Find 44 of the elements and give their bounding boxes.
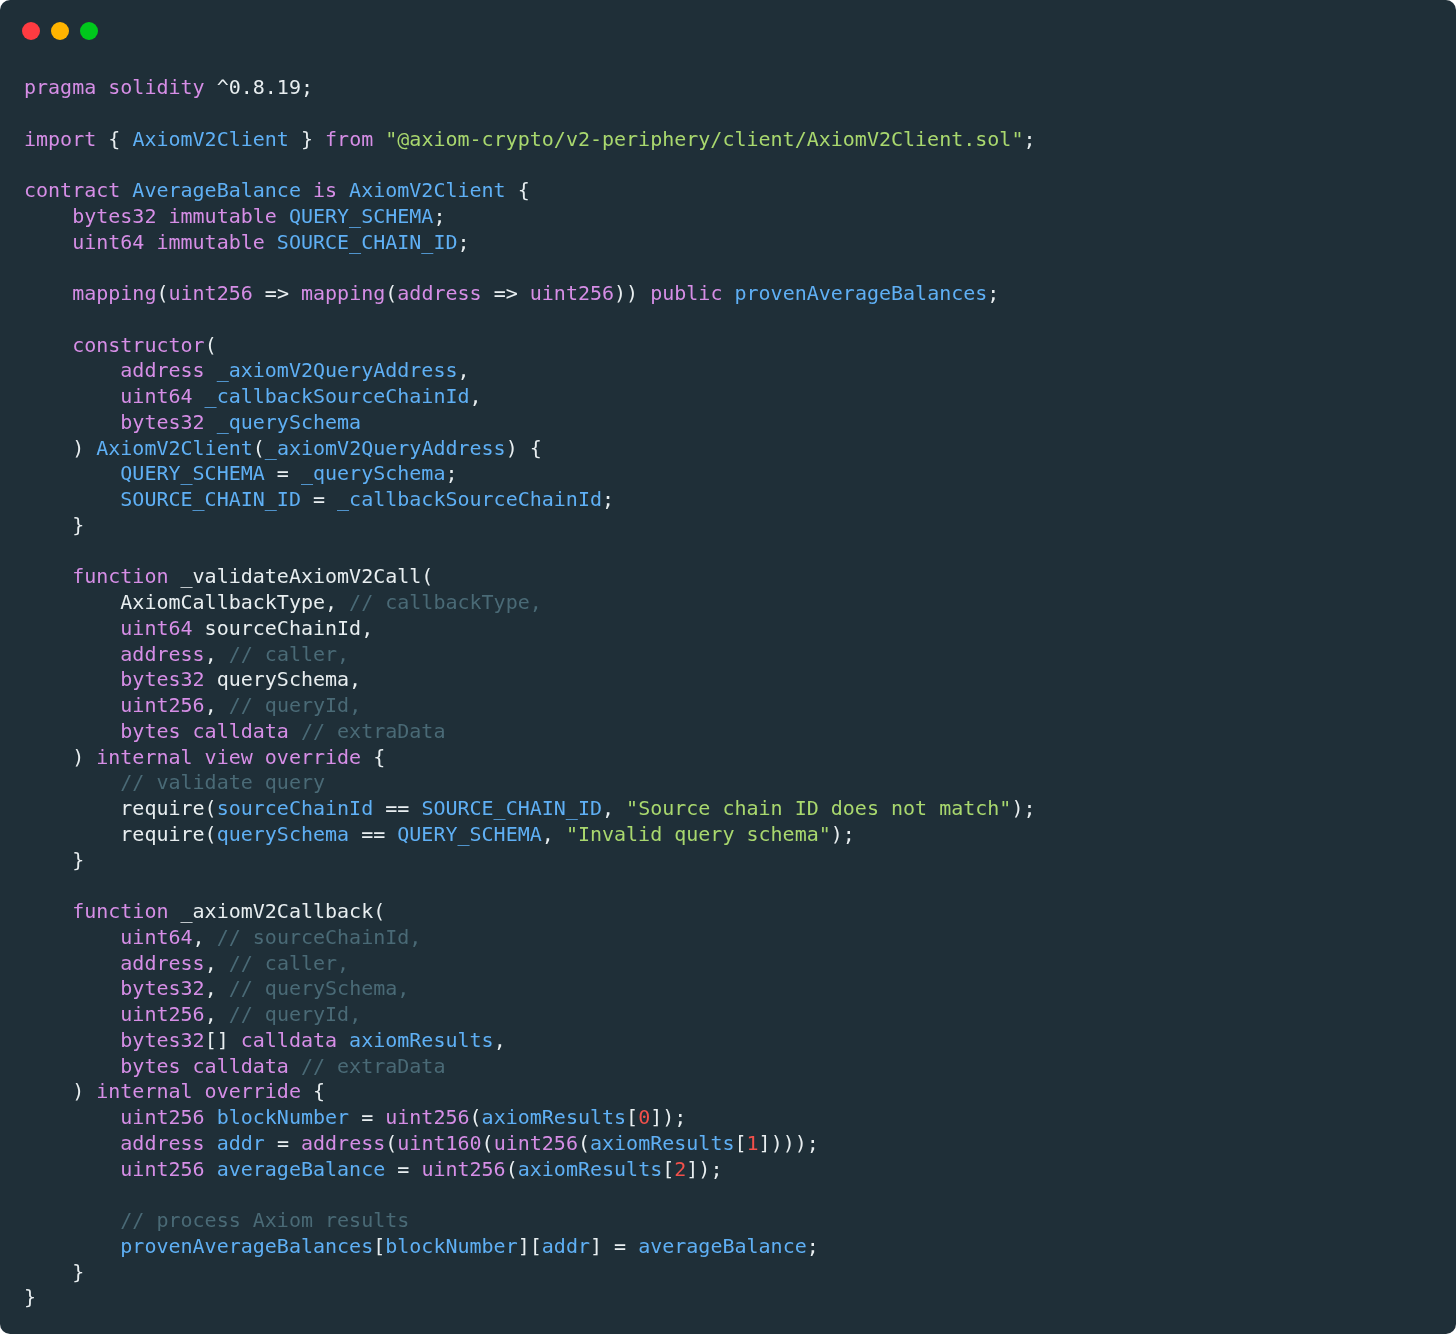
code-line: bytes calldata // extraData bbox=[119, 1053, 447, 1080]
code-line: } bbox=[71, 1259, 86, 1286]
code-line: uint256 blockNumber = uint256(axiomResults[0]); bbox=[119, 1105, 688, 1131]
code-line: ) AxiomV2Client(_axiomV2QueryAddress) { bbox=[71, 435, 543, 462]
code-line: bytes calldata // extraData bbox=[119, 718, 447, 745]
window-control-dot-icon[interactable] bbox=[51, 22, 69, 40]
code-line: ) internal override { bbox=[71, 1079, 327, 1105]
code-line: bytes32 _querySchema bbox=[119, 409, 363, 436]
code-line: address, // caller, bbox=[119, 950, 351, 977]
code-line: // process Axiom results bbox=[119, 1208, 411, 1234]
code-line: SOURCE_CHAIN_ID = _callbackSourceChainId; bbox=[119, 487, 616, 513]
code-line: uint64 _callbackSourceChainId, bbox=[119, 384, 483, 410]
code-line: constructor( bbox=[71, 332, 218, 359]
code-line: pragma solidity ^0.8.19; bbox=[24, 75, 314, 101]
code-line: uint256, // queryId, bbox=[119, 1002, 363, 1028]
code-line: address _axiomV2QueryAddress, bbox=[119, 358, 471, 384]
code-line: QUERY_SCHEMA = _querySchema; bbox=[119, 461, 459, 487]
code-line: function _validateAxiomV2Call( bbox=[71, 564, 435, 590]
code-line: bytes32, // querySchema, bbox=[119, 976, 411, 1002]
code-line: bytes32 querySchema, bbox=[119, 667, 363, 693]
code-line: contract AverageBalance is AxiomV2Client { bbox=[24, 178, 531, 204]
code-line: } bbox=[71, 847, 86, 874]
code-line: bytes32 immutable QUERY_SCHEMA; bbox=[71, 203, 447, 230]
code-line: address, // caller, bbox=[119, 641, 351, 668]
code-line: uint64 immutable SOURCE_CHAIN_ID; bbox=[71, 229, 471, 256]
code-line: mapping(uint256 => mapping(address => uint256)) public provenAverageBalances; bbox=[71, 281, 1001, 307]
code-line: uint64, // sourceChainId, bbox=[119, 924, 423, 951]
window-control-dot-icon[interactable] bbox=[22, 22, 40, 40]
code-line: // validate query bbox=[119, 770, 327, 796]
window-control-dot-icon[interactable] bbox=[80, 22, 98, 40]
code-line: import { AxiomV2Client } from "@axiom-crypto/v2-periphery/client/AxiomV2Client.sol"; bbox=[24, 126, 1037, 153]
code-line: function _axiomV2Callback( bbox=[71, 899, 387, 925]
code-line: uint256 averageBalance = uint256(axiomResults[2]); bbox=[119, 1156, 724, 1183]
code-line: address addr = address(uint160(uint256(axiomResults[1]))); bbox=[119, 1130, 820, 1157]
code-line: require(sourceChainId == SOURCE_CHAIN_ID, "Source chain ID does not match"); bbox=[119, 796, 1037, 822]
code-line: provenAverageBalances[blockNumber][addr] = averageBalance; bbox=[119, 1233, 820, 1260]
code-line: } bbox=[24, 1285, 38, 1311]
code-line: } bbox=[71, 512, 86, 539]
code-line: bytes32[] calldata axiomResults, bbox=[119, 1027, 507, 1054]
code-line: require(querySchema == QUERY_SCHEMA, "Invalid query schema"); bbox=[119, 821, 856, 848]
code-line: ) internal view override { bbox=[71, 744, 387, 771]
code-line: uint256, // queryId, bbox=[119, 693, 363, 719]
code-line: AxiomCallbackType, // callbackType, bbox=[119, 590, 543, 616]
code-line: uint64 sourceChainId, bbox=[119, 615, 375, 642]
